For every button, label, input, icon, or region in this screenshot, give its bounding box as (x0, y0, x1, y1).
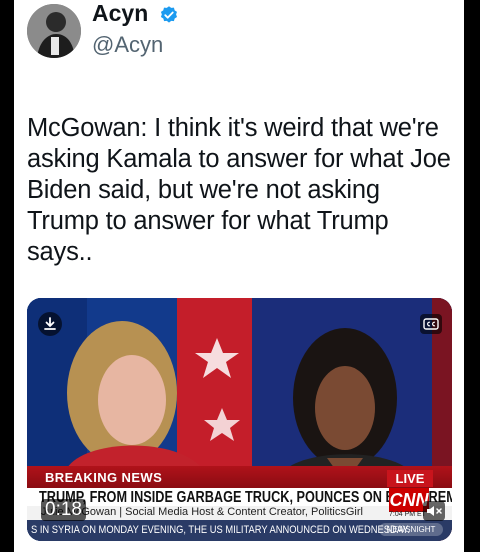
tweet-text: McGowan: I think it's weird that we're a… (27, 114, 451, 266)
breaking-news-label: BREAKING NEWS (45, 470, 163, 485)
video-player[interactable]: BREAKING NEWS LIVE TRUMP, FROM INSIDE GA… (27, 298, 452, 541)
ticker-text: S IN SYRIA ON MONDAY EVENING, THE US MIL… (31, 524, 410, 536)
guest-line: Julie McGowan | Social Media Host & Cont… (41, 506, 363, 518)
speaker-muted-icon (427, 506, 442, 516)
video-timer: 0:18 (41, 499, 86, 521)
verified-badge-icon (160, 6, 177, 23)
mute-button[interactable] (423, 501, 445, 521)
captions-icon (423, 318, 439, 330)
broadcast-clock: 7:04 PM ET (389, 511, 426, 518)
author-name[interactable]: Acyn (92, 0, 148, 27)
live-badge: LIVE (387, 470, 433, 487)
download-icon (44, 317, 56, 330)
avatar[interactable] (27, 4, 81, 58)
tweet-card: Acyn @Acyn McGowan: I think it's weird t… (14, 0, 464, 552)
download-button[interactable] (38, 312, 62, 336)
captions-button[interactable] (420, 314, 442, 334)
ticker-badge: NEWSNIGHT (379, 523, 443, 536)
author-handle[interactable]: @Acyn (92, 32, 163, 58)
